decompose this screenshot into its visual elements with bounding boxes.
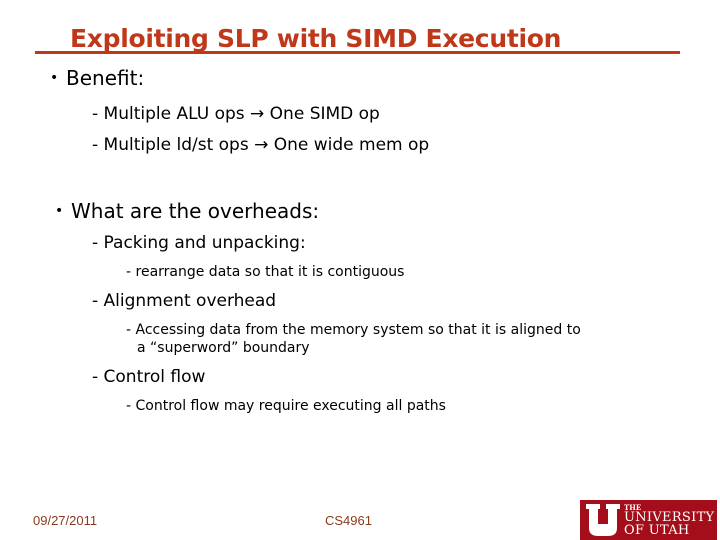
title-underline	[35, 51, 680, 54]
logo-university: UNIVERSITY	[624, 509, 715, 525]
bullet-overheads: • What are the overheads:	[55, 199, 319, 223]
subitem-alignment: - Alignment overhead	[92, 291, 277, 311]
footer-date: 09/27/2011	[33, 513, 98, 528]
subitem-alu-ops: - Multiple ALU ops → One SIMD op	[92, 104, 380, 124]
block-u-icon	[586, 504, 620, 536]
bullet-text: What are the overheads:	[71, 199, 320, 223]
detail-control-flow: - Control flow may require executing all…	[126, 398, 446, 414]
university-logo: THE UNIVERSITY OF UTAH	[580, 500, 717, 540]
detail-packing: - rearrange data so that it is contiguou…	[126, 264, 405, 280]
logo-wordmark: THE UNIVERSITY OF UTAH	[624, 504, 714, 537]
logo-of-utah: OF UTAH	[624, 522, 690, 538]
footer-course: CS4961	[325, 513, 372, 528]
subitem-packing: - Packing and unpacking:	[92, 233, 306, 253]
detail-alignment-1: - Accessing data from the memory system …	[126, 322, 581, 338]
subitem-control-flow: - Control flow	[92, 367, 206, 387]
bullet-dot-icon: •	[50, 70, 59, 86]
bullet-benefit: • Benefit:	[50, 66, 144, 90]
slide-title: Exploiting SLP with SIMD Execution	[70, 24, 562, 53]
subitem-ldst-ops: - Multiple ld/st ops → One wide mem op	[92, 135, 430, 155]
bullet-dot-icon: •	[55, 203, 64, 219]
detail-alignment-2: a “superword” boundary	[137, 340, 310, 356]
bullet-text: Benefit:	[66, 66, 145, 90]
